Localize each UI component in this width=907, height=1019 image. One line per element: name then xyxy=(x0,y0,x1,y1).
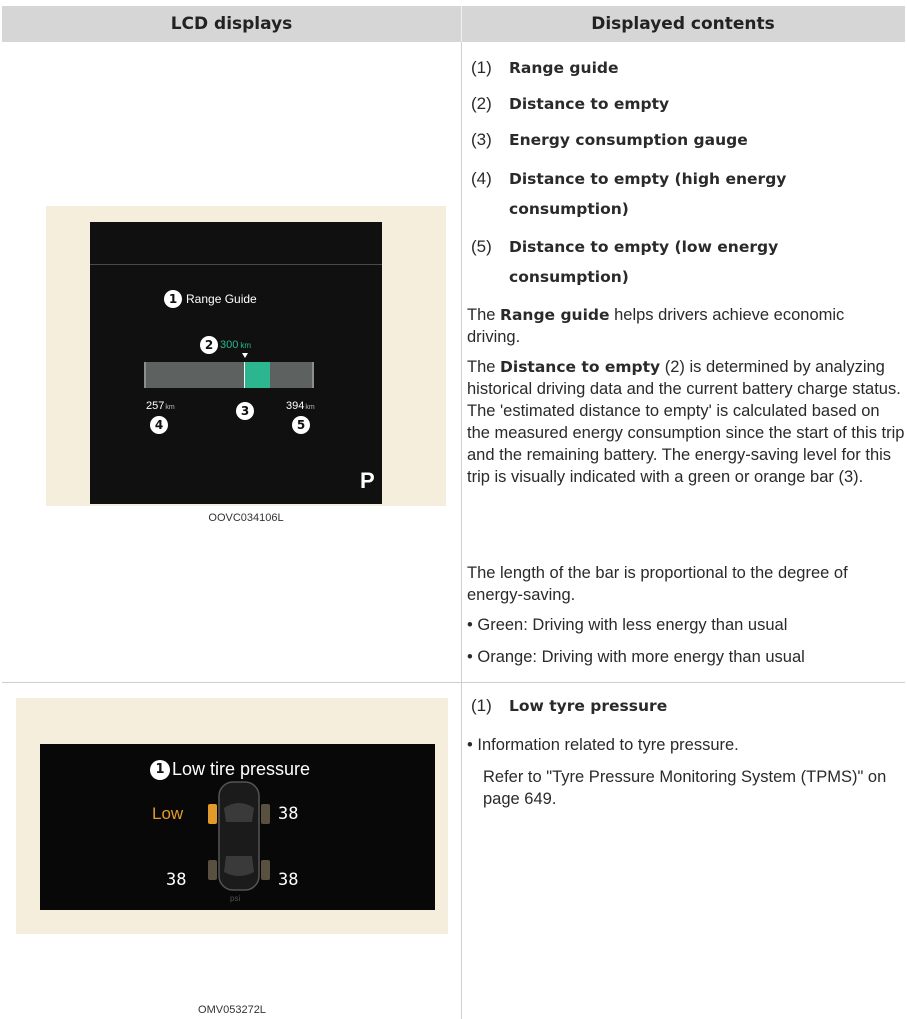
document-page: LCD displays Displayed contents (1) Range… xyxy=(0,0,907,1019)
list-item: (3) Energy consumption gauge xyxy=(471,130,748,149)
image-caption: OOVC034106L xyxy=(208,512,284,524)
column-divider xyxy=(461,42,462,682)
tyre-info-bullet: • Information related to tyre pressure. xyxy=(467,736,739,754)
screen-divider xyxy=(90,264,382,265)
header-lcd-displays: LCD displays xyxy=(170,14,293,34)
list-item: (4) Distance to empty (high energy consum… xyxy=(471,169,787,218)
energy-gauge-green-bar xyxy=(244,362,270,388)
rear-left-pressure: 38 xyxy=(166,870,187,890)
callout-badge-2: 2 xyxy=(200,336,218,354)
callout-badge-1: 1 xyxy=(164,290,182,308)
callout-badge-3: 3 xyxy=(236,402,254,420)
list-item: (5) Distance to empty (low energy consump… xyxy=(471,237,779,286)
callout-badge-5: 5 xyxy=(292,416,310,434)
header-displayed-contents: Displayed contents xyxy=(591,14,775,34)
lcd-screen: 1 Low tire pressure Low 38 38 38 psi xyxy=(40,744,435,910)
lcd-screen: 1 Range Guide 2 300 km 257km 4 3 394km 5 … xyxy=(90,222,382,504)
tpms-reference: Refer to "Tyre Pressure Monitoring Syste… xyxy=(483,768,887,808)
low-tire-pressure-title: Low tire pressure xyxy=(172,759,311,779)
gear-indicator: P xyxy=(360,468,375,493)
bar-length-paragraph: The length of the bar is proportional to… xyxy=(467,564,848,604)
column-divider xyxy=(461,683,462,1019)
energy-gauge-track xyxy=(144,362,314,388)
list-item: (1) Range guide xyxy=(471,58,619,77)
center-distance: 300 km xyxy=(220,339,252,351)
low-label: Low xyxy=(152,804,184,823)
table-header: LCD displays Displayed contents xyxy=(2,6,905,42)
callout-badge-1: 1 xyxy=(150,760,170,780)
car-top-view-icon xyxy=(208,781,270,891)
bullet-green: • Green: Driving with less energy than u… xyxy=(467,616,788,634)
gauge-end-left xyxy=(144,362,146,388)
callout-badge-4: 4 xyxy=(150,416,168,434)
pressure-unit: psi xyxy=(230,894,241,903)
pointer-marker xyxy=(242,353,248,358)
right-distance: 394km xyxy=(286,400,315,412)
rear-right-pressure: 38 xyxy=(278,870,299,890)
row-divider xyxy=(2,682,905,683)
list-item: (2) Distance to empty xyxy=(471,94,670,113)
left-distance: 257km xyxy=(146,400,175,412)
gauge-end-right xyxy=(312,362,314,388)
range-guide-paragraph: The Range guide helps drivers achieve ec… xyxy=(467,306,845,346)
range-guide-title: Range Guide xyxy=(186,292,257,306)
front-right-pressure: 38 xyxy=(278,804,299,824)
list-item: (1) Low tyre pressure xyxy=(471,696,668,715)
image-caption: OMV053272L xyxy=(198,1004,266,1016)
bullet-orange: • Orange: Driving with more energy than … xyxy=(467,648,805,666)
gauge-center-line xyxy=(244,362,245,388)
distance-paragraph: The Distance to empty (2) is determined … xyxy=(467,358,905,486)
